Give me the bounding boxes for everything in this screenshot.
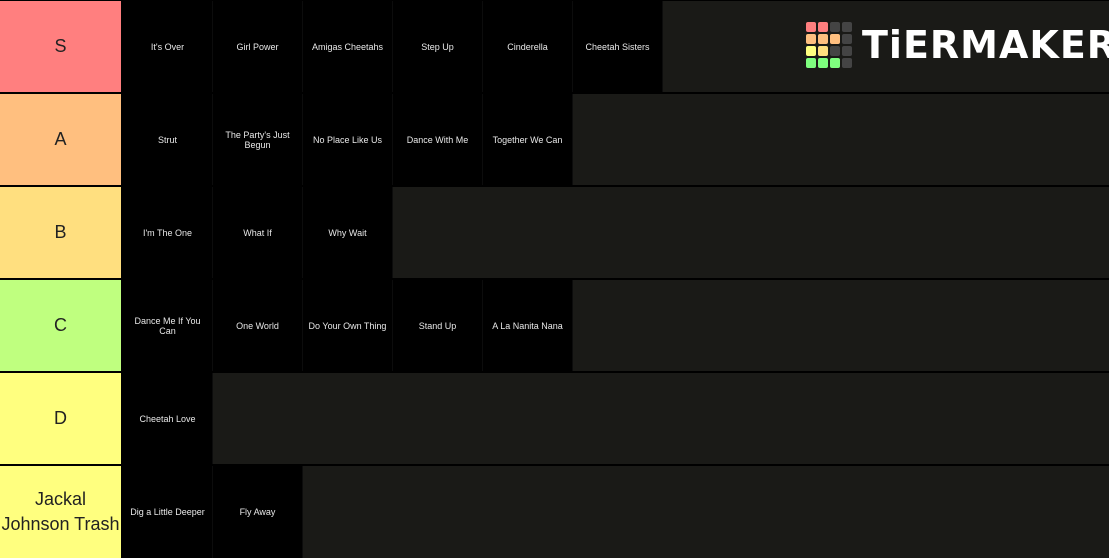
- tier-item[interactable]: Amigas Cheetahs: [303, 1, 393, 92]
- tier-items-area[interactable]: Cheetah Love: [123, 373, 1109, 464]
- logo-cell: [830, 58, 840, 68]
- logo-cell: [818, 34, 828, 44]
- logo-cell: [818, 22, 828, 32]
- tier-item[interactable]: What If: [213, 187, 303, 278]
- logo-cell: [818, 46, 828, 56]
- logo-cell: [842, 58, 852, 68]
- tier-label[interactable]: S: [0, 1, 123, 92]
- logo-cell: [842, 46, 852, 56]
- tier-label[interactable]: C: [0, 280, 123, 371]
- logo-cell: [806, 34, 816, 44]
- tier-list-board: S It's Over Girl Power Amigas Cheetahs S…: [0, 0, 1109, 558]
- logo-cell: [830, 34, 840, 44]
- tier-item[interactable]: Fly Away: [213, 466, 303, 558]
- tier-items-area[interactable]: Dig a Little Deeper Fly Away: [123, 466, 1109, 558]
- tier-items-area[interactable]: I'm The One What If Why Wait: [123, 187, 1109, 278]
- tier-item[interactable]: A La Nanita Nana: [483, 280, 573, 371]
- tier-item[interactable]: It's Over: [123, 1, 213, 92]
- tier-label[interactable]: D: [0, 373, 123, 464]
- tier-label[interactable]: B: [0, 187, 123, 278]
- tier-item[interactable]: I'm The One: [123, 187, 213, 278]
- logo-wordmark: TiERMAKER: [862, 23, 1109, 67]
- tier-item[interactable]: Together We Can: [483, 94, 573, 185]
- tier-item[interactable]: Strut: [123, 94, 213, 185]
- tier-item[interactable]: One World: [213, 280, 303, 371]
- tier-row-c: C Dance Me If You Can One World Do Your …: [0, 280, 1109, 371]
- logo-cell: [842, 34, 852, 44]
- logo-cell: [806, 22, 816, 32]
- tier-item[interactable]: Cinderella: [483, 1, 573, 92]
- tier-item[interactable]: Girl Power: [213, 1, 303, 92]
- tier-label[interactable]: Jackal Johnson Trash: [0, 466, 123, 558]
- logo-cell: [842, 22, 852, 32]
- tier-row-a: A Strut The Party's Just Begun No Place …: [0, 94, 1109, 185]
- tier-item[interactable]: Do Your Own Thing: [303, 280, 393, 371]
- tier-item[interactable]: No Place Like Us: [303, 94, 393, 185]
- tier-item[interactable]: Dance With Me: [393, 94, 483, 185]
- tier-item[interactable]: Cheetah Sisters: [573, 1, 663, 92]
- tier-item[interactable]: Stand Up: [393, 280, 483, 371]
- tier-label[interactable]: A: [0, 94, 123, 185]
- tier-item[interactable]: Dig a Little Deeper: [123, 466, 213, 558]
- tier-item[interactable]: The Party's Just Begun: [213, 94, 303, 185]
- logo-cell: [830, 22, 840, 32]
- logo-cell: [830, 46, 840, 56]
- logo-cell: [818, 58, 828, 68]
- tier-item[interactable]: Step Up: [393, 1, 483, 92]
- tiermaker-logo: TiERMAKER: [806, 19, 1109, 71]
- logo-cell: [806, 58, 816, 68]
- tier-row-d: D Cheetah Love: [0, 373, 1109, 464]
- tier-items-area[interactable]: Strut The Party's Just Begun No Place Li…: [123, 94, 1109, 185]
- tier-row-b: B I'm The One What If Why Wait: [0, 187, 1109, 278]
- tier-item[interactable]: Cheetah Love: [123, 373, 213, 464]
- tier-items-area[interactable]: Dance Me If You Can One World Do Your Ow…: [123, 280, 1109, 371]
- logo-grid-icon: [806, 22, 852, 68]
- logo-cell: [806, 46, 816, 56]
- tier-item[interactable]: Why Wait: [303, 187, 393, 278]
- tier-row-jackal-johnson-trash: Jackal Johnson Trash Dig a Little Deeper…: [0, 466, 1109, 558]
- tier-item[interactable]: Dance Me If You Can: [123, 280, 213, 371]
